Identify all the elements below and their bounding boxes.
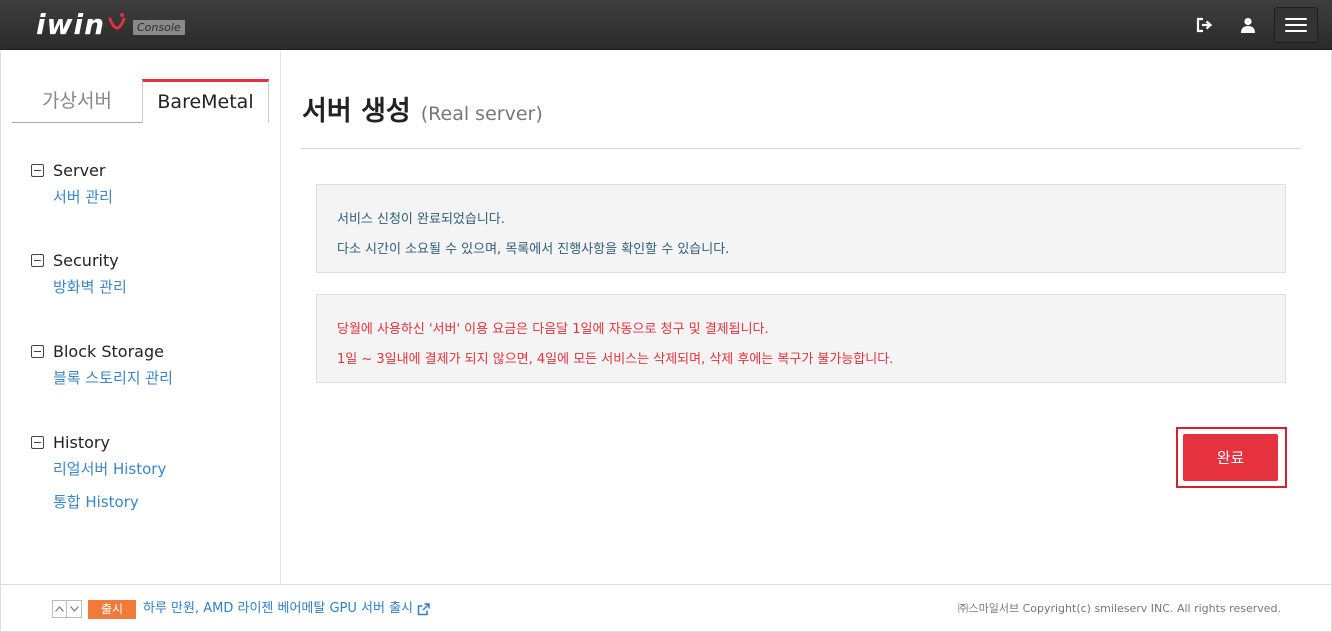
collapse-icon xyxy=(31,163,44,177)
collapse-icon xyxy=(31,435,44,449)
sidebar: 가상서버 BareMetal Server 서버 관리 Security 방화벽… xyxy=(0,51,281,584)
warning-line: 1일 ~ 3일내에 결제가 되지 않으면, 4일에 모든 서비스는 삭제되며, … xyxy=(337,352,894,367)
sidebar-item-server-manage[interactable]: 서버 관리 xyxy=(53,181,113,214)
warning-line: 당월에 사용하신 '서버' 이용 요금은 다음달 1일에 자동으로 청구 및 결… xyxy=(337,322,769,337)
nav-head-server[interactable]: Server xyxy=(31,159,113,181)
news-prev-button[interactable] xyxy=(52,600,67,618)
nav-head-block-storage[interactable]: Block Storage xyxy=(31,340,173,362)
main-content: 서버 생성 (Real server) 서비스 신청이 완료되었습니다. 다소 … xyxy=(282,51,1332,584)
news-link[interactable]: 하루 만원, AMD 라이젠 베어메탈 GPU 서버 출시 xyxy=(143,598,430,620)
info-line: 서비스 신청이 완료되었습니다. xyxy=(337,212,505,227)
smile-icon xyxy=(108,13,126,30)
logout-icon xyxy=(1196,17,1213,33)
console-badge: Console xyxy=(133,20,185,35)
nav-head-history[interactable]: History xyxy=(31,431,166,453)
user-icon xyxy=(1241,17,1255,33)
sidebar-item-realserver-history[interactable]: 리얼서버 History xyxy=(53,453,166,486)
info-notice: 서비스 신청이 완료되었습니다. 다소 시간이 소요될 수 있으며, 목록에서 … xyxy=(316,184,1286,273)
page-title: 서버 생성 (Real server) xyxy=(302,89,543,129)
news-text: 하루 만원, AMD 라이젠 베어메탈 GPU 서버 출시 xyxy=(143,601,414,616)
nav-head-label: Block Storage xyxy=(53,341,164,361)
footer: 출시 하루 만원, AMD 라이젠 베어메탈 GPU 서버 출시 ㈜스마일서브 … xyxy=(0,584,1332,632)
collapse-icon xyxy=(31,253,44,267)
tab-virtual-server[interactable]: 가상서버 xyxy=(12,79,142,123)
nav-head-label: History xyxy=(53,432,110,452)
chevron-down-icon xyxy=(69,606,79,612)
chevron-up-icon xyxy=(55,606,64,612)
nav-group-server: Server 서버 관리 xyxy=(31,159,113,214)
nav-head-label: Security xyxy=(53,250,119,270)
menu-icon xyxy=(1285,18,1307,20)
warning-notice: 당월에 사용하신 '서버' 이용 요금은 다음달 1일에 자동으로 청구 및 결… xyxy=(316,294,1286,383)
logo[interactable]: iwin xyxy=(36,8,128,42)
done-button-highlight: 완료 xyxy=(1176,427,1287,488)
done-button[interactable]: 완료 xyxy=(1183,434,1278,481)
nav-group-security: Security 방화벽 관리 xyxy=(31,249,127,304)
sidebar-item-block-storage[interactable]: 블록 스토리지 관리 xyxy=(53,362,173,395)
sidebar-tabs: 가상서버 BareMetal xyxy=(12,79,270,123)
nav-head-security[interactable]: Security xyxy=(31,249,127,271)
release-badge: 출시 xyxy=(88,600,136,619)
top-icons xyxy=(1182,0,1318,50)
sidebar-item-total-history[interactable]: 통합 History xyxy=(53,486,166,519)
copyright: ㈜스마일서브 Copyright(c) smileserv INC. All r… xyxy=(957,602,1281,615)
menu-button[interactable] xyxy=(1274,7,1318,43)
page-title-text: 서버 생성 xyxy=(302,96,411,127)
news-arrows xyxy=(52,600,82,618)
nav-head-label: Server xyxy=(53,160,106,180)
sidebar-item-firewall[interactable]: 방화벽 관리 xyxy=(53,271,127,304)
nav-group-history: History 리얼서버 History 통합 History xyxy=(31,431,166,519)
user-button[interactable] xyxy=(1226,0,1270,50)
title-divider xyxy=(301,148,1301,149)
external-link-icon xyxy=(417,602,430,615)
tab-baremetal[interactable]: BareMetal xyxy=(142,79,269,123)
news-next-button[interactable] xyxy=(67,600,82,618)
nav-group-block-storage: Block Storage 블록 스토리지 관리 xyxy=(31,340,173,395)
page-subtitle: (Real server) xyxy=(420,103,543,125)
collapse-icon xyxy=(31,344,44,358)
logout-button[interactable] xyxy=(1182,0,1226,50)
info-line: 다소 시간이 소요될 수 있으며, 목록에서 진행사항을 확인할 수 있습니다. xyxy=(337,242,730,257)
logo-text: iwin xyxy=(36,8,105,41)
top-bar: iwin Console xyxy=(0,0,1332,50)
